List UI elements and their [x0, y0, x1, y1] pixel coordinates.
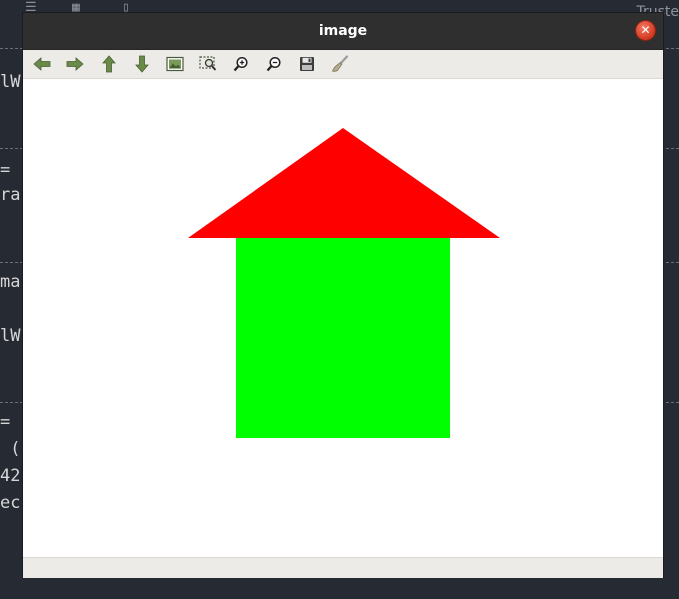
back-arrow-icon [33, 57, 51, 71]
zoom-region-button[interactable] [197, 54, 219, 74]
zoom-out-icon [266, 56, 281, 72]
code-line: = [0, 160, 11, 180]
zoom-in-button[interactable] [230, 54, 252, 74]
zoom-region-icon [199, 56, 217, 71]
image-canvas[interactable] [23, 79, 663, 557]
image-button[interactable] [164, 54, 186, 74]
back-button[interactable] [31, 54, 53, 74]
image-window: image ✕ [23, 13, 663, 578]
code-line: ra [0, 185, 21, 205]
image-drawing [188, 128, 500, 438]
code-line: ec [0, 493, 21, 513]
window-titlebar[interactable]: image ✕ [23, 13, 663, 50]
code-line: ma [0, 272, 21, 292]
toolbar [23, 50, 663, 79]
up-arrow-icon [102, 55, 116, 73]
pan-down-button[interactable] [131, 54, 153, 74]
window-title: image [318, 23, 368, 39]
code-line: = [0, 412, 11, 432]
status-bar [23, 557, 663, 578]
pan-up-button[interactable] [98, 54, 120, 74]
forward-arrow-icon [66, 57, 84, 71]
brush-button[interactable] [329, 54, 351, 74]
save-button[interactable] [296, 54, 318, 74]
code-line: lW [0, 72, 21, 92]
save-icon [300, 57, 314, 71]
code-line: ( [0, 439, 21, 459]
zoom-in-icon [233, 56, 248, 72]
house-square [236, 238, 450, 438]
close-icon: ✕ [640, 23, 651, 37]
brush-icon [332, 55, 349, 72]
forward-button[interactable] [64, 54, 86, 74]
zoom-out-button[interactable] [263, 54, 285, 74]
image-icon [166, 56, 184, 72]
roof-triangle [188, 128, 500, 238]
code-line: 42 [0, 466, 21, 486]
code-line: lW [0, 326, 21, 346]
close-button[interactable]: ✕ [636, 21, 655, 40]
down-arrow-icon [135, 55, 149, 73]
